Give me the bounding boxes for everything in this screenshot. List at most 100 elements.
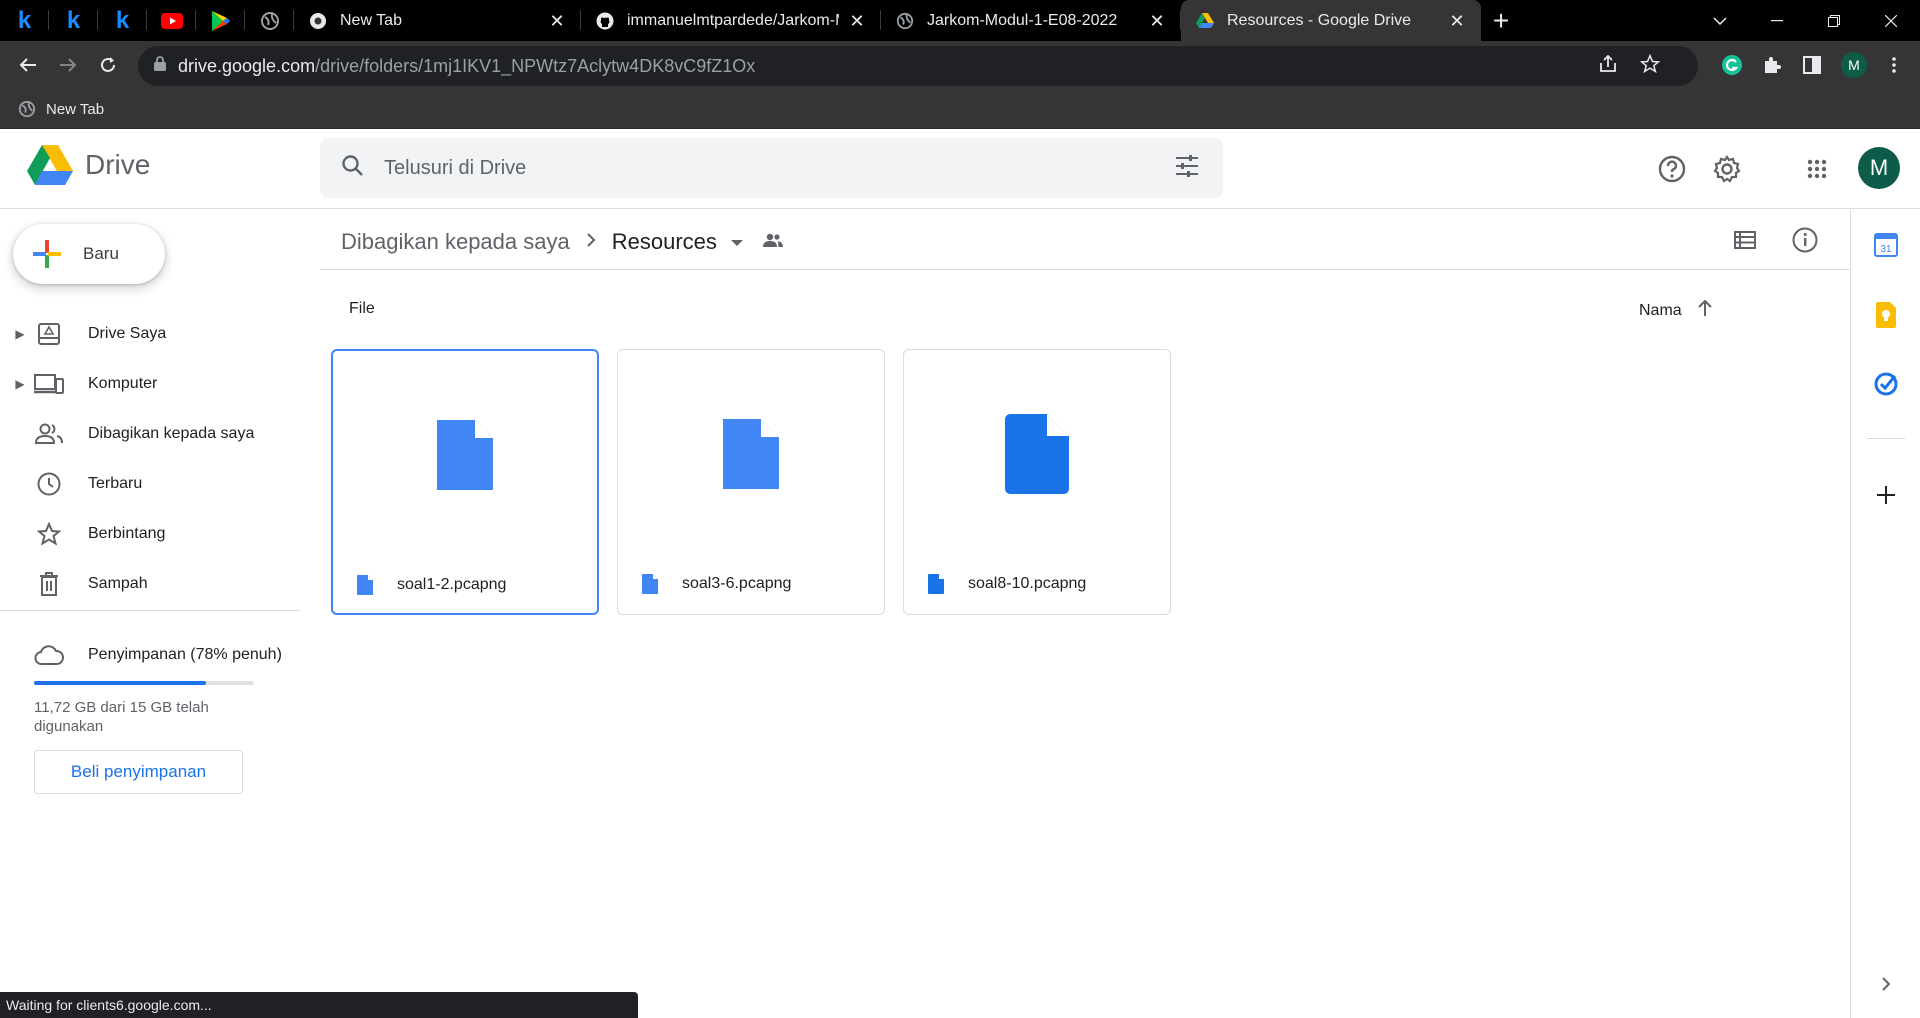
drive-logo[interactable]: Drive bbox=[27, 145, 150, 185]
new-button[interactable]: Baru bbox=[13, 224, 165, 284]
sidebar-item-computers[interactable]: ▶ Komputer bbox=[0, 359, 300, 409]
file-icon bbox=[928, 574, 944, 594]
expand-arrow-icon[interactable]: ▶ bbox=[10, 327, 30, 341]
close-icon[interactable]: ✕ bbox=[1147, 11, 1167, 31]
chevron-right-icon bbox=[586, 231, 596, 254]
search-bar[interactable] bbox=[320, 138, 1223, 198]
k-icon: k bbox=[66, 6, 81, 34]
file-name-row: soal8-10.pcapng bbox=[928, 574, 1086, 594]
info-icon[interactable] bbox=[1781, 216, 1829, 264]
reload-icon[interactable] bbox=[90, 47, 126, 83]
browser-tab-strip: k k k New Tab ✕ immanuelmtpardede/Jarkom… bbox=[0, 0, 1920, 41]
svg-text:31: 31 bbox=[1880, 244, 1892, 255]
sidebar-item-recent[interactable]: Terbaru bbox=[0, 459, 300, 509]
computer-icon bbox=[34, 369, 64, 399]
arrow-up-icon[interactable] bbox=[1697, 299, 1712, 321]
browser-tab[interactable]: Jarkom-Modul-1-E08-2022 ✕ bbox=[881, 0, 1181, 41]
file-icon bbox=[437, 420, 493, 490]
extensions-icon[interactable] bbox=[1754, 47, 1790, 83]
breadcrumb-parent[interactable]: Dibagikan kepada saya bbox=[341, 229, 570, 255]
bookmark-new-tab[interactable]: New Tab bbox=[18, 100, 104, 118]
close-icon[interactable]: ✕ bbox=[847, 11, 867, 31]
file-icon bbox=[1005, 414, 1069, 494]
side-panel-icon[interactable] bbox=[1794, 47, 1830, 83]
storage-progress bbox=[34, 681, 254, 685]
browser-tab[interactable]: immanuelmtpardede/Jarkom-Mo ✕ bbox=[581, 0, 881, 41]
pinned-tab[interactable] bbox=[245, 0, 294, 41]
help-icon[interactable] bbox=[1648, 145, 1696, 193]
tab-search-icon[interactable] bbox=[1691, 0, 1748, 41]
search-input[interactable] bbox=[384, 156, 1144, 180]
file-card[interactable]: soal3-6.pcapng bbox=[617, 349, 885, 615]
globe-icon bbox=[18, 100, 36, 118]
divider bbox=[320, 269, 1850, 270]
grammarly-icon[interactable] bbox=[1714, 47, 1750, 83]
more-vert-icon[interactable] bbox=[1876, 47, 1912, 83]
sidebar-item-trash[interactable]: Sampah bbox=[0, 559, 300, 609]
bookmark-star-icon[interactable] bbox=[1639, 53, 1661, 79]
file-name-row: soal1-2.pcapng bbox=[357, 575, 506, 595]
bookmark-label: New Tab bbox=[46, 100, 105, 118]
search-icon[interactable] bbox=[342, 154, 364, 182]
file-card[interactable]: soal8-10.pcapng bbox=[903, 349, 1171, 615]
minimize-icon[interactable] bbox=[1748, 0, 1805, 41]
profile-initial: M bbox=[1841, 52, 1867, 78]
sidebar-item-label: Drive Saya bbox=[88, 325, 167, 342]
restore-icon[interactable] bbox=[1805, 0, 1862, 41]
pinned-tab[interactable] bbox=[147, 0, 196, 41]
tab-title: immanuelmtpardede/Jarkom-Mo bbox=[627, 11, 839, 29]
divider bbox=[1867, 438, 1905, 439]
window-close-icon[interactable] bbox=[1862, 0, 1919, 41]
list-view-icon[interactable] bbox=[1721, 216, 1769, 264]
k-icon: k bbox=[115, 6, 130, 34]
breadcrumb-current[interactable]: Resources bbox=[612, 229, 717, 255]
file-thumbnail bbox=[333, 351, 597, 559]
sidebar-item-my-drive[interactable]: ▶ Drive Saya bbox=[0, 309, 300, 359]
sidebar-item-label: Terbaru bbox=[88, 475, 143, 492]
drive-header: Drive M bbox=[0, 129, 1920, 209]
youtube-icon bbox=[160, 12, 183, 29]
sidebar: Baru ▶ Drive Saya ▶ Komputer Dibagikan k… bbox=[0, 210, 300, 1018]
account-avatar[interactable]: M bbox=[1858, 147, 1900, 189]
bookmarks-bar: New Tab bbox=[0, 90, 1920, 129]
pinned-tab[interactable]: k bbox=[0, 0, 49, 41]
new-button-label: Baru bbox=[83, 244, 119, 263]
share-icon[interactable] bbox=[1598, 54, 1618, 78]
forward-icon[interactable] bbox=[50, 47, 86, 83]
chevron-right-icon[interactable] bbox=[1872, 970, 1900, 998]
browser-tab-active[interactable]: Resources - Google Drive ✕ bbox=[1181, 0, 1481, 41]
sort-control[interactable]: Nama bbox=[1639, 299, 1712, 321]
settings-gear-icon[interactable] bbox=[1703, 145, 1751, 193]
address-bar[interactable]: drive.google.com/drive/folders/1mj1IKV1_… bbox=[138, 46, 1698, 86]
expand-arrow-icon[interactable]: ▶ bbox=[10, 377, 30, 391]
buy-storage-button[interactable]: Beli penyimpanan bbox=[34, 750, 243, 794]
sidebar-item-starred[interactable]: Berbintang bbox=[0, 509, 300, 559]
tasks-icon[interactable] bbox=[1872, 370, 1900, 398]
lock-icon bbox=[154, 56, 166, 76]
file-card[interactable]: soal1-2.pcapng bbox=[331, 349, 599, 615]
calendar-icon[interactable]: 31 bbox=[1872, 231, 1900, 259]
close-icon[interactable]: ✕ bbox=[547, 11, 567, 31]
add-addon-icon[interactable] bbox=[1872, 481, 1900, 509]
app-name: Drive bbox=[85, 149, 151, 180]
close-icon[interactable]: ✕ bbox=[1447, 11, 1467, 31]
keep-icon[interactable] bbox=[1872, 301, 1900, 329]
dropdown-caret-icon[interactable] bbox=[730, 233, 743, 251]
pinned-tab[interactable] bbox=[196, 0, 245, 41]
storage-label: Penyimpanan (78% penuh) bbox=[88, 646, 282, 663]
browser-tab[interactable]: New Tab ✕ bbox=[294, 0, 581, 41]
profile-avatar[interactable]: M bbox=[1836, 47, 1872, 83]
sidebar-item-storage[interactable]: Penyimpanan (78% penuh) bbox=[0, 630, 300, 680]
sidebar-item-label: Komputer bbox=[88, 375, 158, 392]
apps-grid-icon[interactable] bbox=[1793, 145, 1841, 193]
sidebar-item-shared-with-me[interactable]: Dibagikan kepada saya bbox=[0, 409, 300, 459]
file-name: soal3-6.pcapng bbox=[682, 575, 792, 592]
url-host: drive.google.com bbox=[178, 55, 316, 76]
search-options-icon[interactable] bbox=[1175, 154, 1199, 182]
back-icon[interactable] bbox=[10, 47, 46, 83]
my-drive-icon bbox=[34, 319, 64, 349]
pinned-tab[interactable]: k bbox=[49, 0, 98, 41]
pinned-tab[interactable]: k bbox=[98, 0, 147, 41]
file-thumbnail bbox=[904, 350, 1170, 558]
new-tab-button[interactable]: + bbox=[1481, 0, 1521, 41]
